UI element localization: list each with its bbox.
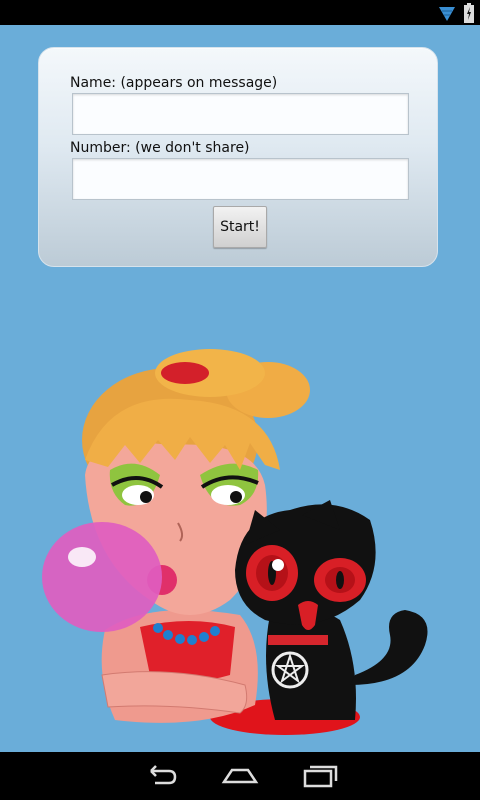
home-icon[interactable] [220, 762, 260, 790]
login-form-card: Name: (appears on message) Number: (we d… [38, 47, 438, 267]
girl-and-cat-illustration [40, 345, 440, 745]
name-input[interactable] [72, 93, 409, 135]
wifi-icon [438, 4, 456, 22]
back-icon[interactable] [141, 762, 181, 790]
name-label: Name: (appears on message) [70, 75, 278, 91]
status-icons [438, 2, 474, 23]
number-label: Number: (we don't share) [70, 140, 250, 156]
start-button[interactable]: Start! [213, 206, 267, 248]
number-input[interactable] [72, 158, 409, 200]
navigation-bar [0, 752, 480, 800]
recent-apps-icon[interactable] [300, 762, 340, 790]
battery-charging-icon [464, 2, 474, 23]
status-bar [0, 0, 480, 25]
